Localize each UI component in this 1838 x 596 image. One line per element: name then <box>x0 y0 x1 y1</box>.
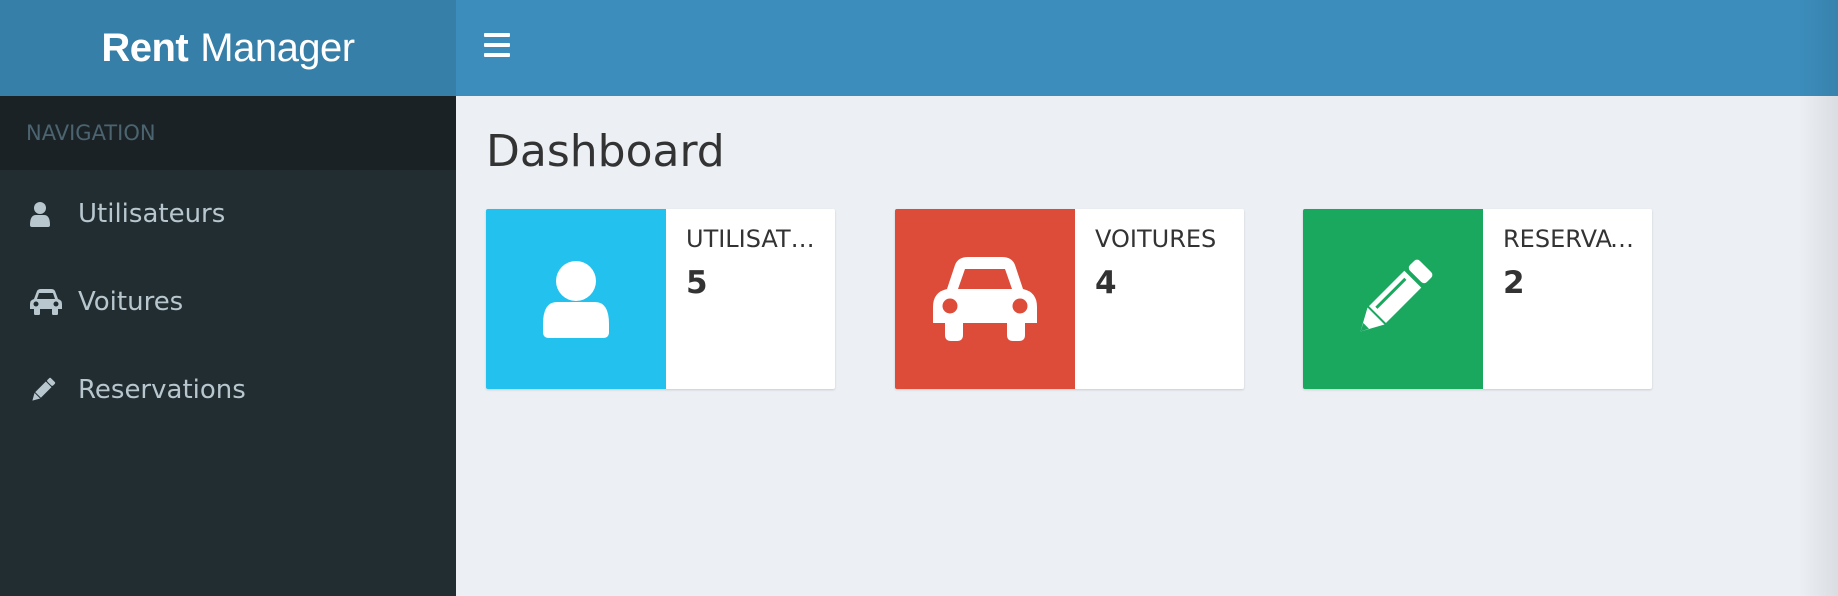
hamburger-icon-bar <box>484 53 510 57</box>
info-box-value: 4 <box>1095 265 1117 301</box>
info-box-value: 2 <box>1503 265 1525 301</box>
pencil-icon <box>30 375 78 405</box>
info-box-label: Reservations <box>1503 225 1643 253</box>
sidebar: NAVIGATION Utilisateurs Voitures Reserva… <box>0 96 456 596</box>
sidebar-item-voitures[interactable]: Voitures <box>0 258 456 346</box>
sidebar-header: NAVIGATION <box>0 96 456 170</box>
sidebar-item-label: Reservations <box>78 375 246 405</box>
user-icon <box>543 261 609 338</box>
main-content: Dashboard Utilisateurs 5 <box>456 96 1838 596</box>
brand-light: Manager <box>200 25 355 70</box>
info-box-content: Reservations 2 <box>1503 225 1643 301</box>
info-box-icon <box>895 209 1075 389</box>
brand-logo[interactable]: Rent Manager <box>0 0 456 96</box>
info-box-icon <box>486 209 666 389</box>
sidebar-toggle-button[interactable] <box>484 33 510 57</box>
user-icon <box>30 199 78 229</box>
info-box-content: Voitures 4 <box>1095 225 1235 301</box>
top-navbar <box>456 0 1838 96</box>
sidebar-item-utilisateurs[interactable]: Utilisateurs <box>0 170 456 258</box>
info-box-utilisateurs[interactable]: Utilisateurs 5 <box>486 209 835 389</box>
info-box-label: Voitures <box>1095 225 1217 253</box>
sidebar-item-label: Voitures <box>78 287 184 317</box>
info-box-voitures[interactable]: Voitures 4 <box>895 209 1244 389</box>
brand-strong: Rent <box>101 25 189 70</box>
page-title: Dashboard <box>486 126 725 177</box>
info-box-reservations[interactable]: Reservations 2 <box>1303 209 1652 389</box>
sidebar-item-label: Utilisateurs <box>78 199 226 229</box>
info-box-content: Utilisateurs 5 <box>686 225 826 301</box>
info-box-value: 5 <box>686 265 708 301</box>
info-box-icon <box>1303 209 1483 389</box>
pencil-icon <box>1360 259 1433 332</box>
window-edge-shadow <box>1798 0 1838 596</box>
sidebar-item-reservations[interactable]: Reservations <box>0 346 456 434</box>
car-icon <box>30 287 78 317</box>
hamburger-icon-bar <box>484 43 510 47</box>
car-icon <box>933 257 1037 341</box>
hamburger-icon-bar <box>484 33 510 37</box>
info-box-label: Utilisateurs <box>686 225 826 253</box>
app: Rent Manager NAVIGATION Utilisateurs Voi… <box>0 0 1838 596</box>
